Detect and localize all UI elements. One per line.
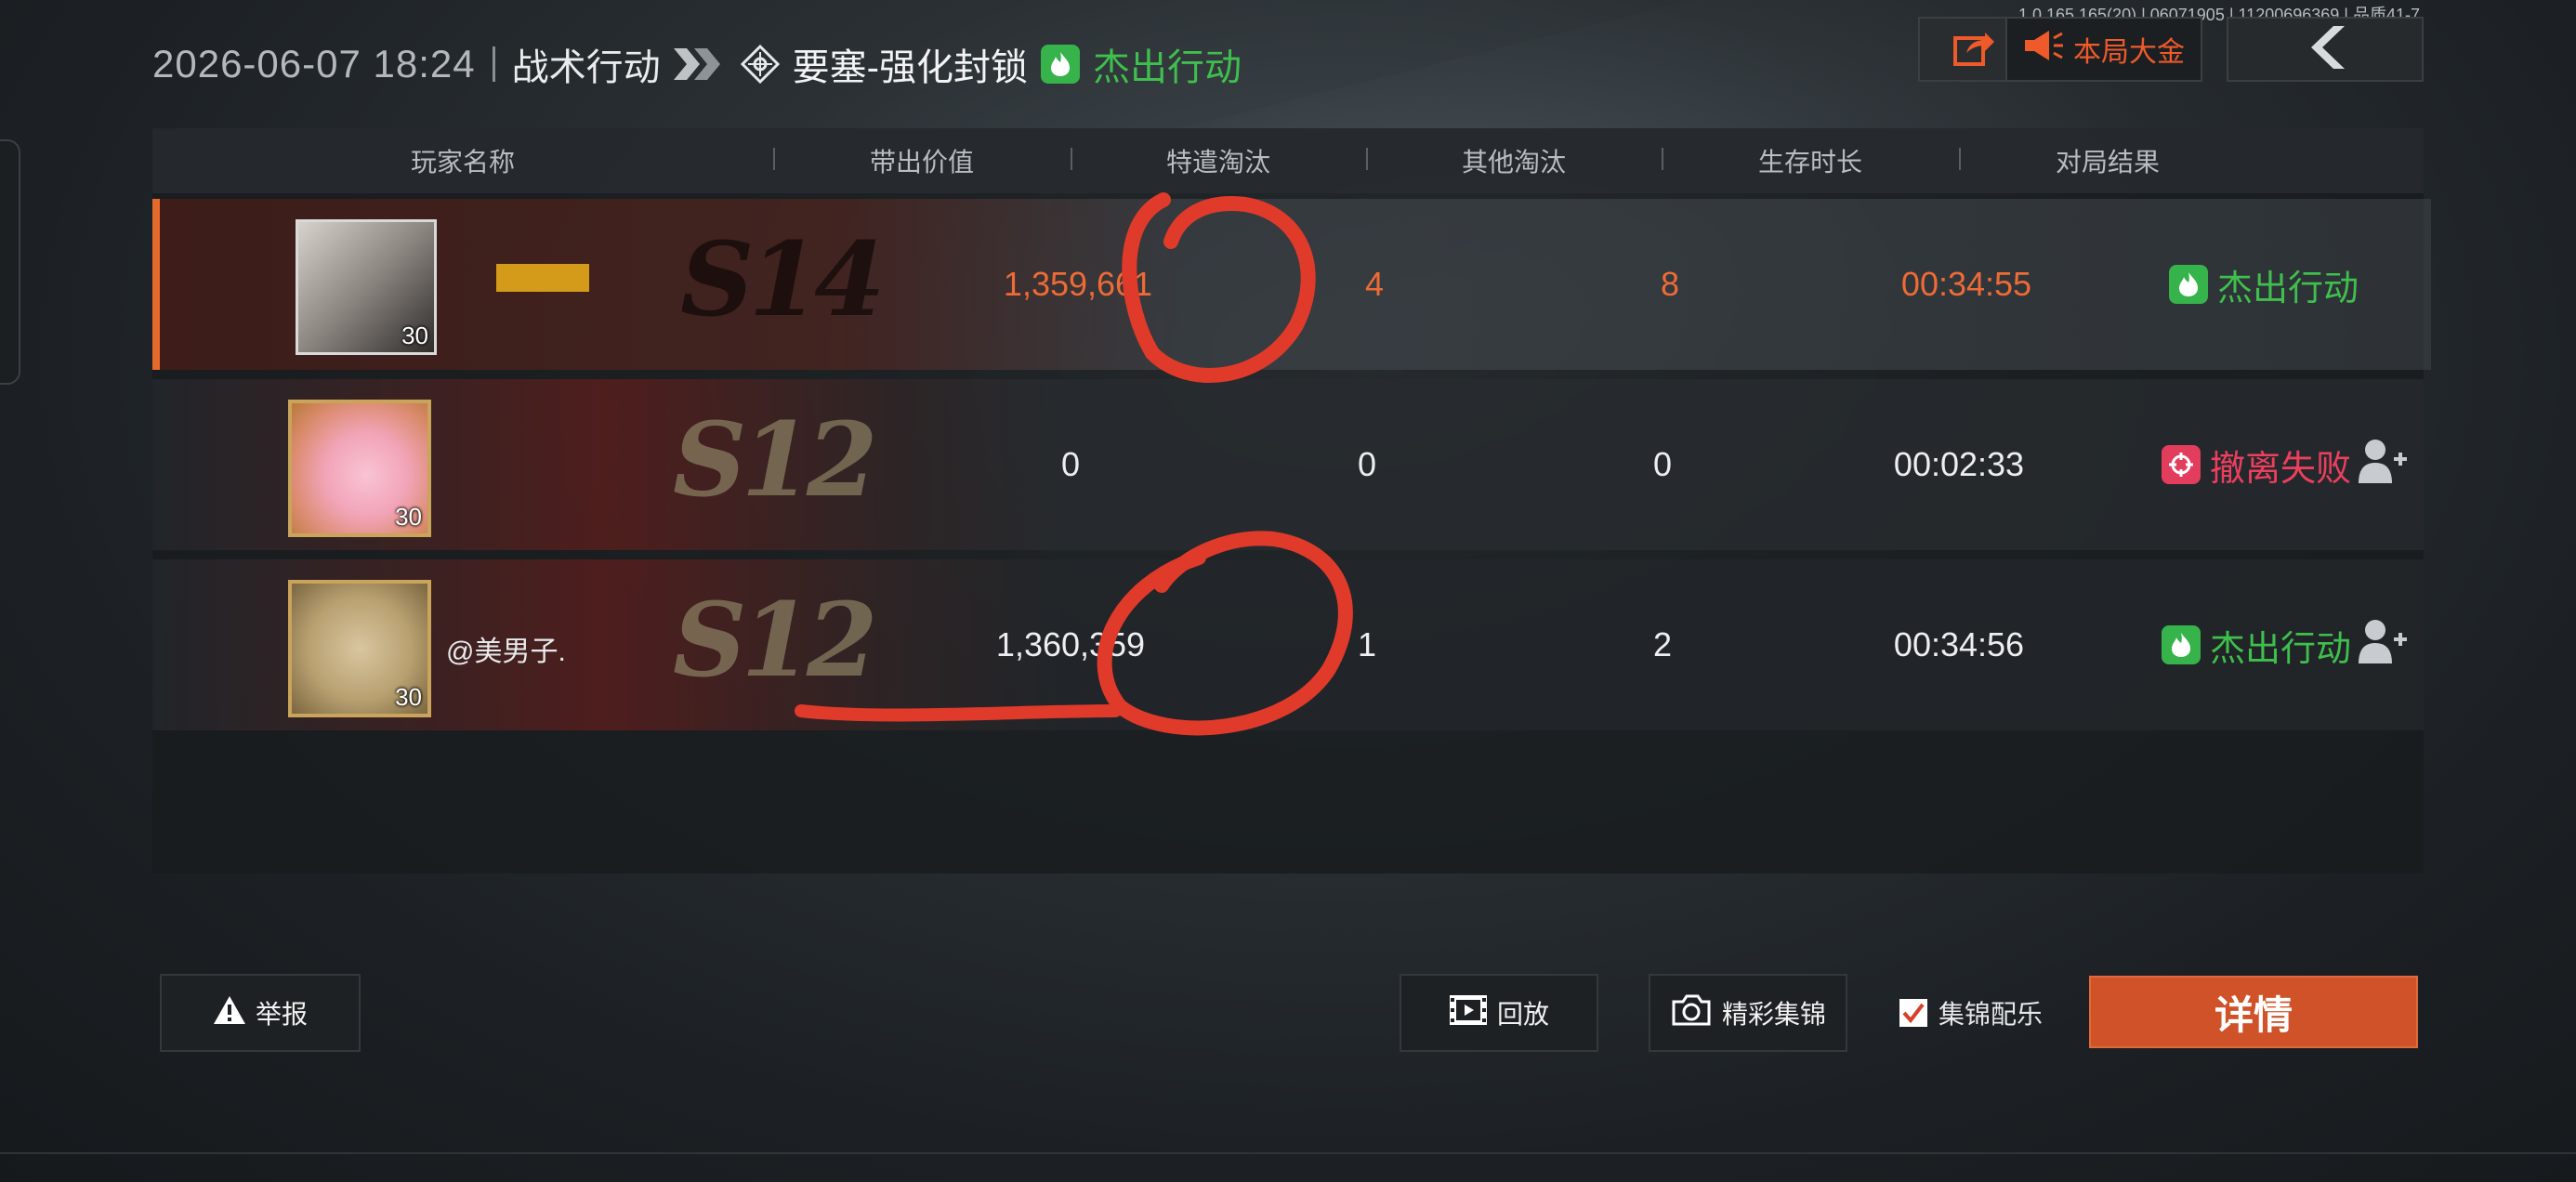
- add-friend-button[interactable]: [2290, 559, 2476, 730]
- bottom-divider: [0, 1152, 2576, 1154]
- camera-icon: [1670, 994, 1713, 1032]
- match-result: 杰出行动: [1092, 47, 1242, 88]
- table-header: 玩家名称 带出价值 特遣淘汰 其他淘汰 生存时长 对局结果: [152, 128, 2424, 193]
- special-kills: 0: [1357, 445, 1377, 483]
- replay-label: 回放: [1496, 1000, 1549, 1029]
- survival-time: 00:34:55: [1900, 265, 2032, 303]
- big-gold-button[interactable]: 本局大金: [2005, 17, 2202, 82]
- side-panel-tab[interactable]: [0, 139, 20, 385]
- highlights-button[interactable]: 精彩集锦: [1649, 974, 1847, 1052]
- avatar[interactable]: 30: [288, 400, 431, 537]
- match-header: 2026-06-07 18:24 战术行动 要塞-强化封锁 杰出行动: [152, 33, 1242, 95]
- player-level: 30: [401, 322, 428, 349]
- season-badge: S14: [680, 219, 886, 339]
- match-datetime: 2026-06-07 18:24: [152, 42, 476, 85]
- header-other-kills: 其他淘汰: [1366, 142, 1662, 179]
- table-row[interactable]: 30 S12 0 0 0 00:02:33 撤离失败: [152, 379, 2424, 550]
- header-player-name: 玩家名称: [410, 148, 515, 177]
- header-extracted-value: 带出价值: [773, 142, 1071, 179]
- table-row[interactable]: 30 @美男子. S12 1,360,359 1 2 00:34:56 杰出行动: [152, 559, 2424, 730]
- player-name: @美男子.: [446, 637, 566, 667]
- details-button[interactable]: 详情: [2089, 976, 2418, 1048]
- big-gold-label: 本局大金: [2073, 37, 2185, 68]
- film-icon: [1449, 994, 1488, 1032]
- other-kills: 2: [1652, 625, 1673, 663]
- player-level: 30: [395, 683, 422, 711]
- table-row[interactable]: 30 S14 1,359,661 4 8 00:34:55 杰出行动: [152, 199, 2431, 370]
- report-button[interactable]: 举报: [160, 974, 361, 1052]
- header-divider: [492, 46, 495, 82]
- survival-time: 00:02:33: [1893, 445, 2025, 483]
- result-cell: 杰出行动: [2115, 199, 2412, 370]
- season-badge: S12: [673, 580, 878, 700]
- warning-icon: [213, 995, 246, 1031]
- extracted-value: 0: [1060, 445, 1081, 483]
- match-map: 要塞-强化封锁: [792, 47, 1028, 88]
- avatar[interactable]: 30: [288, 580, 431, 717]
- checkbox[interactable]: [1899, 999, 1927, 1027]
- megaphone-icon: [2023, 29, 2064, 70]
- extracted-value: 1,359,661: [1003, 265, 1153, 303]
- flame-badge-icon: [2168, 265, 2208, 304]
- add-friend-button[interactable]: [2290, 379, 2476, 550]
- player-level: 30: [395, 503, 422, 531]
- other-kills: 0: [1652, 445, 1673, 483]
- survival-time: 00:34:56: [1893, 625, 2025, 663]
- highlight-music-toggle[interactable]: 集锦配乐: [1899, 994, 2043, 1031]
- special-kills: 4: [1364, 265, 1385, 303]
- highlight-music-label: 集锦配乐: [1939, 1000, 2044, 1029]
- share-icon: [1953, 29, 1994, 71]
- extraction-failed-icon: [2161, 445, 2201, 484]
- flame-badge-icon: [2161, 625, 2201, 664]
- double-chevron-icon: [673, 48, 728, 80]
- add-friend-icon: [2357, 437, 2409, 493]
- header-match-result: 对局结果: [1959, 142, 2256, 179]
- highlights-label: 精彩集锦: [1721, 1000, 1826, 1029]
- header-special-kills: 特遣淘汰: [1071, 142, 1366, 179]
- extracted-value: 1,360,359: [995, 625, 1146, 663]
- back-button[interactable]: [2227, 17, 2424, 82]
- avatar[interactable]: 30: [296, 219, 437, 355]
- special-kills: 1: [1357, 625, 1377, 663]
- flame-badge-icon: [1040, 45, 1080, 84]
- match-scoreboard: 玩家名称 带出价值 特遣淘汰 其他淘汰 生存时长 对局结果 30 S14 1,3…: [152, 128, 2431, 873]
- other-kills: 8: [1660, 265, 1680, 303]
- season-badge: S12: [673, 400, 878, 519]
- report-label: 举报: [255, 1000, 308, 1029]
- replay-button[interactable]: 回放: [1400, 974, 1598, 1052]
- result-label: 杰出行动: [2216, 269, 2359, 309]
- header-survival-time: 生存时长: [1662, 142, 1959, 179]
- censored-name: [480, 255, 610, 301]
- match-mode: 战术行动: [511, 47, 661, 88]
- map-diamond-icon: [740, 45, 780, 84]
- back-chevron-icon: [2302, 24, 2348, 75]
- add-friend-icon: [2357, 617, 2409, 674]
